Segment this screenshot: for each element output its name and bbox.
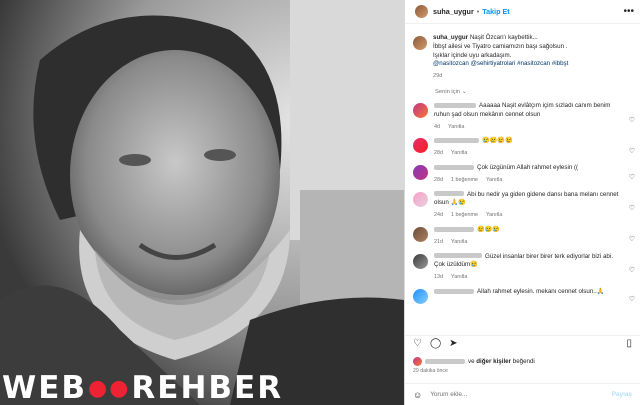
- commenter-username-blurred[interactable]: [434, 164, 474, 170]
- comment-time: 28d: [434, 150, 443, 157]
- commenter-username-blurred[interactable]: [434, 138, 479, 144]
- comment-text: Allah rahmet eylesin. mekanı cennet olsu…: [477, 287, 605, 295]
- like-comment-heart-icon[interactable]: ♡: [629, 148, 635, 157]
- caption-time: 29d: [433, 73, 443, 80]
- comments-scroll-area[interactable]: suha_uygur Naşit Özcan'ı kaybettik... İb…: [405, 30, 640, 332]
- comment-text: Çok üzgünüm Allah rahmet eylesin ((: [477, 163, 579, 171]
- commenter-username-blurred[interactable]: [434, 288, 474, 294]
- share-send-icon[interactable]: ➤: [449, 338, 457, 349]
- comment-item: 😢😢😢😢 28d Yanıtla ♡: [405, 134, 640, 161]
- comment-item: Güzel insanlar birer birer terk ediyorla…: [405, 250, 640, 285]
- watermark-logo: WEB ●● R EHBER: [2, 370, 284, 405]
- like-heart-icon[interactable]: ♡: [413, 338, 422, 349]
- caption-username[interactable]: suha_uygur: [433, 34, 468, 41]
- for-you-filter[interactable]: Senin için ⌄: [405, 85, 640, 99]
- commenter-avatar[interactable]: [413, 102, 428, 118]
- post-photo[interactable]: WEB ●● R EHBER: [0, 0, 404, 405]
- post-caption: suha_uygur Naşit Özcan'ı kaybettik... İb…: [405, 30, 640, 85]
- like-comment-heart-icon[interactable]: ♡: [629, 267, 635, 276]
- post-timestamp: 29 dakika önce: [413, 368, 448, 374]
- commenter-avatar[interactable]: [413, 226, 428, 242]
- commenter-avatar[interactable]: [413, 191, 428, 207]
- comment-time: 21d: [434, 238, 443, 245]
- commenter-username-blurred[interactable]: [434, 226, 474, 232]
- commenter-username-blurred[interactable]: [434, 253, 482, 259]
- caption-line-2: İbbşt ailesi ve Tiyatro camiamızın başı …: [433, 42, 568, 50]
- portrait-image: [0, 0, 404, 405]
- post-comment-button[interactable]: Paylaş: [612, 391, 632, 398]
- post-action-bar: ♡ ◯ ➤ ▯: [405, 335, 640, 351]
- add-comment-bar: ☺ Yorum ekle... Paylaş: [405, 383, 640, 405]
- likes-summary[interactable]: ve diğer kişiler beğendi: [413, 357, 535, 366]
- like-comment-heart-icon[interactable]: ♡: [629, 174, 635, 183]
- comment-time: 24d: [434, 212, 443, 219]
- comment-time: 4d: [434, 123, 440, 130]
- bookmark-icon[interactable]: ▯: [626, 338, 632, 349]
- likes-others-link[interactable]: diğer kişiler: [476, 358, 511, 365]
- commenter-username-blurred[interactable]: [434, 102, 476, 108]
- emoji-icon[interactable]: ☺: [413, 390, 422, 400]
- like-comment-heart-icon[interactable]: ♡: [629, 117, 635, 126]
- commenter-avatar[interactable]: [413, 138, 428, 154]
- like-comment-heart-icon[interactable]: ♡: [629, 296, 635, 305]
- author-avatar[interactable]: [415, 5, 428, 18]
- reply-button[interactable]: Yanıtla: [451, 239, 467, 245]
- like-comment-heart-icon[interactable]: ♡: [629, 236, 635, 245]
- follow-button[interactable]: Takip Et: [482, 7, 509, 16]
- comment-text: 😢😢😢: [477, 225, 501, 233]
- author-username[interactable]: suha_uygur: [433, 7, 474, 16]
- separator-dot: •: [476, 7, 480, 16]
- comment-item: Aaaaaa Naşit evlâtçım içim sızladı canım…: [405, 99, 640, 134]
- commenter-username-blurred[interactable]: [434, 191, 464, 197]
- comment-input[interactable]: Yorum ekle...: [430, 391, 612, 398]
- post-side-panel: suha_uygur • Takip Et ••• suha_uygur Naş…: [404, 0, 640, 405]
- comment-text: 😢😢😢😢: [482, 137, 513, 145]
- caption-hashtags[interactable]: @nasitozcan @sehirtiyatrolari #nasitozca…: [433, 60, 568, 69]
- comment-item: 😢😢😢 21d Yanıtla ♡: [405, 223, 640, 250]
- comment-item: Abi bu nedir ya giden gidene dansı bana …: [405, 188, 640, 223]
- reply-button[interactable]: Yanıtla: [486, 177, 502, 183]
- instagram-post-modal: WEB ●● R EHBER suha_uygur • Takip Et ••• su…: [0, 0, 640, 405]
- reply-button[interactable]: Yanıtla: [451, 150, 467, 156]
- comment-time: 13d: [434, 274, 443, 281]
- commenter-avatar[interactable]: [413, 253, 428, 269]
- commenter-avatar[interactable]: [413, 288, 428, 304]
- liker-avatar: [413, 357, 422, 366]
- post-header: suha_uygur • Takip Et •••: [405, 0, 640, 24]
- reply-button[interactable]: Yanıtla: [448, 124, 464, 130]
- comment-item: Çok üzgünüm Allah rahmet eylesin (( 28d 1…: [405, 161, 640, 188]
- caption-line-1: Naşit Özcan'ı kaybettik...: [469, 34, 538, 41]
- reply-button[interactable]: Yanıtla: [451, 274, 467, 280]
- comment-likes[interactable]: 1 beğenme: [451, 212, 478, 218]
- like-comment-heart-icon[interactable]: ♡: [629, 205, 635, 214]
- more-options-icon[interactable]: •••: [623, 6, 634, 17]
- likes-conjunction: ve: [468, 358, 475, 365]
- caption-avatar[interactable]: [413, 36, 427, 50]
- likes-suffix: beğendi: [512, 358, 535, 365]
- comment-bubble-icon[interactable]: ◯: [430, 338, 441, 349]
- liker-username-blurred[interactable]: [425, 359, 465, 364]
- comment-time: 28d: [434, 176, 443, 183]
- caption-line-3: Işıklar içinde uyu arkadaşım.: [433, 51, 512, 59]
- commenter-avatar[interactable]: [413, 164, 428, 180]
- comment-likes[interactable]: 1 beğenme: [451, 177, 478, 183]
- comment-item: Allah rahmet eylesin. mekanı cennet olsu…: [405, 285, 640, 307]
- reply-button[interactable]: Yanıtla: [486, 212, 502, 218]
